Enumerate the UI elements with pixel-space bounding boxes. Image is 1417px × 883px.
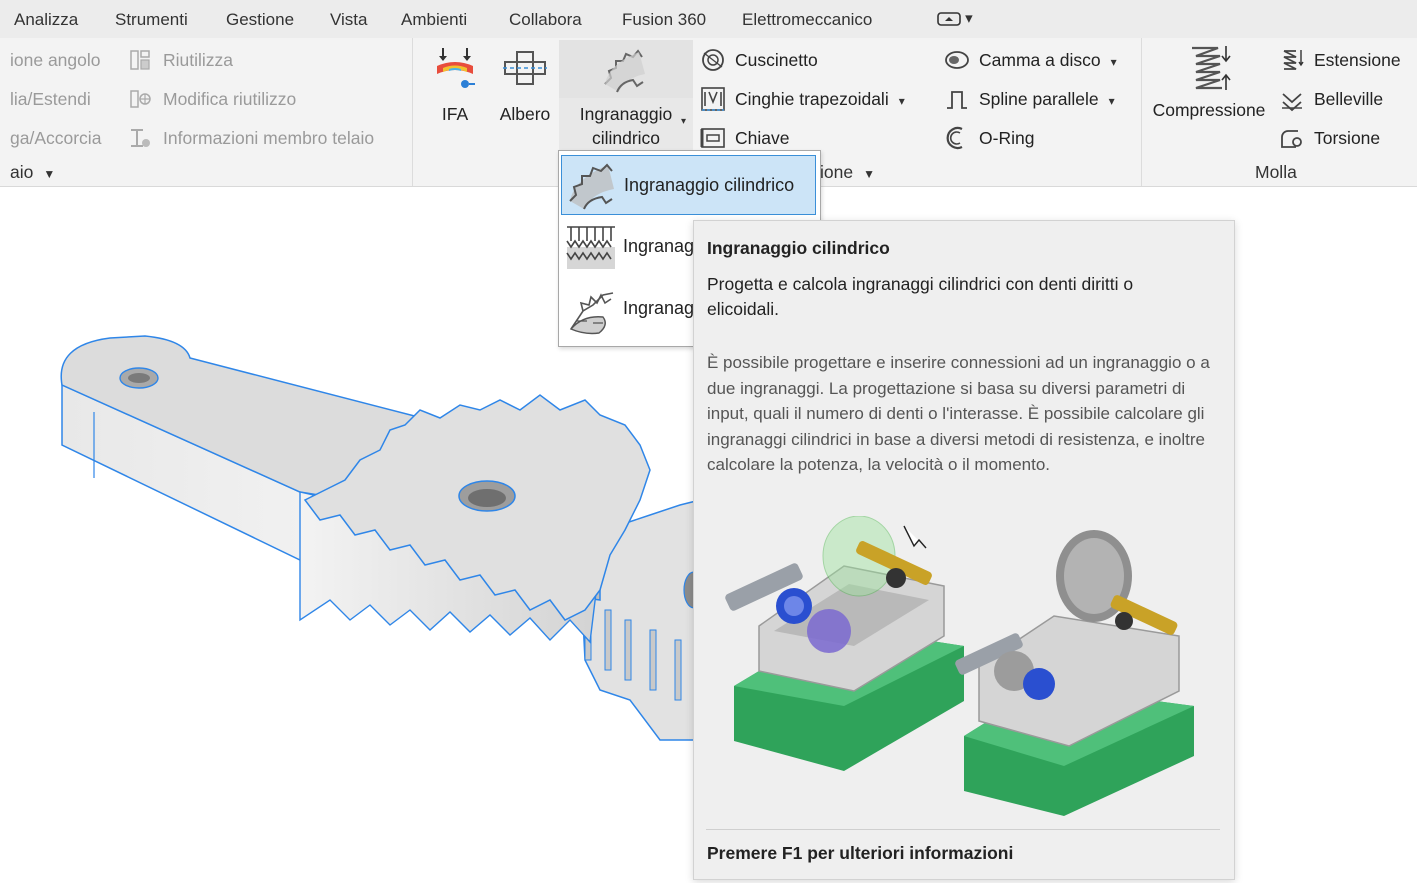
tab-elettromeccanico[interactable]: Elettromeccanico	[742, 10, 872, 30]
compression-spring-label: Compressione	[1152, 100, 1266, 120]
compression-spring-icon	[1192, 46, 1231, 90]
gearbox-right	[955, 530, 1194, 816]
chevron-down-icon: ▾	[965, 10, 973, 27]
dropdown-item-label: Ingranaggio cilindrico	[624, 175, 795, 195]
reuse-button[interactable]: Riutilizza	[163, 50, 233, 71]
compression-spring-button[interactable]: Compressione	[1146, 42, 1272, 128]
frame-panel-label[interactable]: aio ▼	[10, 162, 55, 183]
disc-cam-button[interactable]: Camma a disco ▾	[979, 50, 1117, 71]
v-belts-button[interactable]: Cinghie trapezoidali ▾	[735, 89, 905, 110]
bearing-icon	[700, 47, 726, 78]
ifa-label: IFA	[441, 104, 469, 124]
panel-divider	[412, 38, 413, 186]
dropdown-item-label: Ingranag	[623, 236, 695, 256]
chevron-down-icon: ▾	[1108, 94, 1115, 108]
tooltip-title: Ingranaggio cilindrico	[707, 238, 890, 258]
tooltip-help-hint: Premere F1 per ulteriori informazioni	[707, 843, 1014, 863]
torsion-spring-button[interactable]: Torsione	[1314, 128, 1380, 149]
bearing-button[interactable]: Cuscinetto	[735, 50, 818, 71]
tooltip-description: Progetta e calcola ingranaggi cilindrici…	[707, 274, 1134, 319]
chevron-down-icon: ▼	[43, 167, 56, 181]
rack-gear-icon	[566, 226, 615, 269]
tab-fusion-360[interactable]: Fusion 360	[622, 10, 706, 30]
dropdown-item-spur-gear[interactable]: Ingranaggio cilindrico	[561, 155, 816, 215]
trim-extend-tool[interactable]: lia/Estendi	[10, 89, 91, 110]
tooltip-separator	[706, 829, 1220, 830]
key-button[interactable]: Chiave	[735, 128, 789, 149]
o-ring-icon	[944, 125, 970, 156]
parallel-splines-label: Spline parallele	[979, 89, 1099, 109]
spur-gear-dropdown-part[interactable]: Ingranaggio cilindrico ▾	[559, 98, 693, 150]
belleville-spring-icon	[1280, 86, 1304, 117]
shaft-label: Albero	[499, 104, 551, 124]
spur-gear-icon	[604, 49, 645, 93]
v-belt-icon	[700, 86, 726, 117]
chevron-down-icon: ▾	[681, 116, 687, 127]
tab-ambienti[interactable]: Ambienti	[401, 10, 467, 30]
o-ring-button[interactable]: O-Ring	[979, 128, 1034, 149]
disc-cam-icon	[944, 48, 970, 77]
belleville-spring-button[interactable]: Belleville	[1314, 89, 1383, 110]
tooltip-details: È possibile progettare e inserire connes…	[707, 353, 1210, 474]
tab-gestione[interactable]: Gestione	[226, 10, 294, 30]
tab-collabora[interactable]: Collabora	[509, 10, 582, 30]
design-panel-label[interactable]: ione ▼	[820, 162, 875, 183]
spur-gear-label-line1: Ingranaggio	[579, 104, 673, 124]
ifa-button[interactable]: IFA	[425, 44, 485, 130]
shaft-button[interactable]: Albero	[492, 44, 558, 130]
ribbon-tab-bar: Analizza Strumenti Gestione Vista Ambien…	[0, 0, 1417, 38]
ifa-icon	[437, 48, 475, 88]
command-tooltip: Ingranaggio cilindrico Progetta e calcol…	[693, 220, 1235, 880]
reuse-icon	[128, 48, 152, 77]
v-belts-label: Cinghie trapezoidali	[735, 89, 889, 109]
spur-gear-label: Ingranaggio cilindrico	[559, 102, 693, 150]
gearbox-left	[725, 516, 964, 771]
spur-gear-label-line2: cilindrico	[591, 128, 661, 148]
change-angle-tool[interactable]: ione angolo	[10, 50, 101, 71]
panel-display-icon	[937, 12, 961, 26]
frame-member-info-button[interactable]: Informazioni membro telaio	[163, 128, 374, 149]
tab-vista[interactable]: Vista	[330, 10, 368, 30]
tab-strumenti[interactable]: Strumenti	[115, 10, 188, 30]
bevel-gear-icon	[569, 292, 614, 335]
disc-cam-label: Camma a disco	[979, 50, 1101, 70]
spur-gear-split-button[interactable]: Ingranaggio cilindrico ▾	[559, 40, 693, 150]
panel-divider	[1141, 38, 1142, 186]
spring-panel-label[interactable]: Molla	[1255, 162, 1297, 183]
lengthen-shorten-tool[interactable]: ga/Accorcia	[10, 128, 101, 149]
chevron-down-icon: ▾	[1110, 55, 1117, 69]
edit-reuse-button[interactable]: Modifica riutilizzo	[163, 89, 296, 110]
tooltip-gearbox-illustration	[725, 516, 1194, 816]
chevron-down-icon: ▾	[898, 94, 905, 108]
shaft-icon	[503, 51, 547, 85]
extension-spring-button[interactable]: Estensione	[1314, 50, 1401, 71]
frame-member-info-icon	[128, 126, 152, 155]
ribbon-display-options-button[interactable]: ▾	[937, 9, 973, 27]
torsion-spring-icon	[1280, 125, 1304, 156]
dropdown-item-label: Ingranag	[623, 298, 695, 318]
edit-reuse-icon	[128, 87, 152, 116]
chevron-down-icon: ▼	[863, 167, 875, 181]
spur-gear-icon	[569, 163, 614, 210]
parallel-spline-icon	[944, 86, 970, 117]
parallel-splines-button[interactable]: Spline parallele ▾	[979, 89, 1115, 110]
tab-analizza[interactable]: Analizza	[14, 10, 78, 30]
extension-spring-icon	[1280, 47, 1304, 78]
